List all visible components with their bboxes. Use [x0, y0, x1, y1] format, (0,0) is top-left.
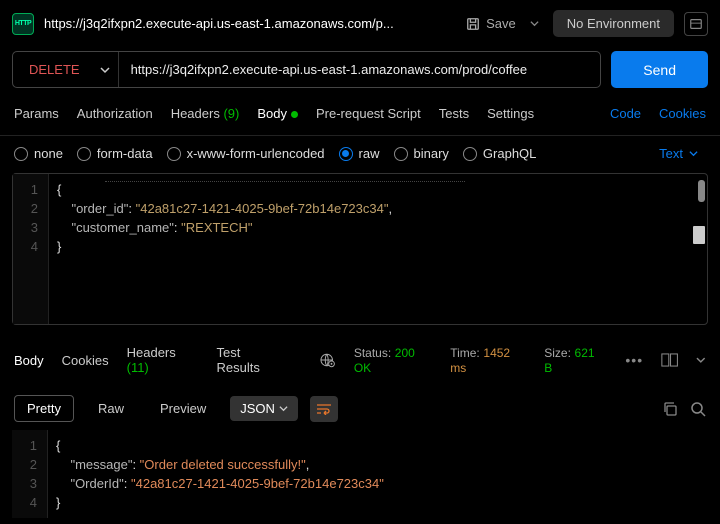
request-body-editor[interactable]: 1234 { "order_id": "42a81c27-1421-4025-9… — [12, 173, 708, 325]
code-link[interactable]: Code — [610, 106, 641, 121]
chevron-down-icon — [100, 65, 110, 75]
environment-selector[interactable]: No Environment — [553, 10, 674, 37]
tab-body[interactable]: Body — [257, 102, 298, 125]
save-button[interactable]: Save — [466, 16, 516, 31]
scrollbar-thumb[interactable] — [693, 226, 705, 244]
body-type-formdata[interactable]: form-data — [77, 146, 153, 161]
http-badge-icon: HTTP — [12, 13, 34, 35]
radio-checked-icon — [339, 147, 353, 161]
save-icon — [466, 17, 480, 31]
save-dropdown[interactable] — [526, 16, 543, 31]
chevron-down-icon — [530, 19, 539, 28]
view-pretty[interactable]: Pretty — [14, 395, 74, 422]
tab-settings[interactable]: Settings — [487, 102, 534, 125]
time-label: Time: — [450, 346, 480, 360]
cookies-link[interactable]: Cookies — [659, 106, 706, 121]
tab-prerequest[interactable]: Pre-request Script — [316, 102, 421, 125]
tab-tests[interactable]: Tests — [439, 102, 469, 125]
view-raw[interactable]: Raw — [86, 396, 136, 421]
wrap-icon — [316, 403, 332, 415]
eye-icon — [689, 17, 703, 31]
body-type-none[interactable]: none — [14, 146, 63, 161]
body-type-graphql[interactable]: GraphQL — [463, 146, 536, 161]
env-quicklook-button[interactable] — [684, 12, 708, 36]
tab-title[interactable]: https://j3q2ifxpn2.execute-api.us-east-1… — [44, 16, 456, 31]
resp-tab-cookies[interactable]: Cookies — [62, 349, 109, 372]
radio-icon — [14, 147, 28, 161]
body-type-xwww[interactable]: x-www-form-urlencoded — [167, 146, 325, 161]
active-dot-icon — [291, 111, 298, 118]
tab-headers[interactable]: Headers (9) — [171, 102, 240, 125]
wrap-lines-button[interactable] — [310, 396, 338, 422]
body-type-binary[interactable]: binary — [394, 146, 449, 161]
chevron-down-icon[interactable] — [696, 355, 706, 365]
radio-icon — [394, 147, 408, 161]
more-actions[interactable]: ••• — [625, 352, 643, 368]
chevron-down-icon — [689, 149, 698, 158]
radio-icon — [463, 147, 477, 161]
send-button[interactable]: Send — [611, 51, 708, 88]
method-label: DELETE — [29, 62, 80, 77]
resp-tab-headers[interactable]: Headers (11) — [127, 341, 199, 379]
copy-icon[interactable] — [662, 401, 678, 417]
line-gutter: 1234 — [13, 174, 49, 324]
save-response-icon[interactable] — [661, 352, 678, 368]
globe-icon — [320, 352, 335, 368]
method-selector[interactable]: DELETE — [13, 52, 119, 87]
status-label: Status: — [354, 346, 391, 360]
save-label: Save — [486, 16, 516, 31]
body-type-raw[interactable]: raw — [339, 146, 380, 161]
scrollbar-thumb[interactable] — [698, 180, 705, 202]
raw-format-dropdown[interactable]: Text — [659, 146, 698, 161]
search-icon[interactable] — [690, 401, 706, 417]
tab-params[interactable]: Params — [14, 102, 59, 125]
view-preview[interactable]: Preview — [148, 396, 218, 421]
chevron-down-icon — [279, 404, 288, 413]
line-gutter: 1234 — [12, 430, 48, 518]
response-format-dropdown[interactable]: JSON — [230, 396, 298, 421]
tab-authorization[interactable]: Authorization — [77, 102, 153, 125]
resp-tab-tests[interactable]: Test Results — [217, 341, 285, 379]
resp-tab-body[interactable]: Body — [14, 349, 44, 372]
fold-guide — [105, 181, 465, 182]
response-body-viewer[interactable]: 1234 { "message": "Order deleted success… — [12, 430, 708, 518]
url-input[interactable]: https://j3q2ifxpn2.execute-api.us-east-1… — [119, 52, 601, 87]
radio-icon — [77, 147, 91, 161]
radio-icon — [167, 147, 181, 161]
size-label: Size: — [544, 346, 571, 360]
